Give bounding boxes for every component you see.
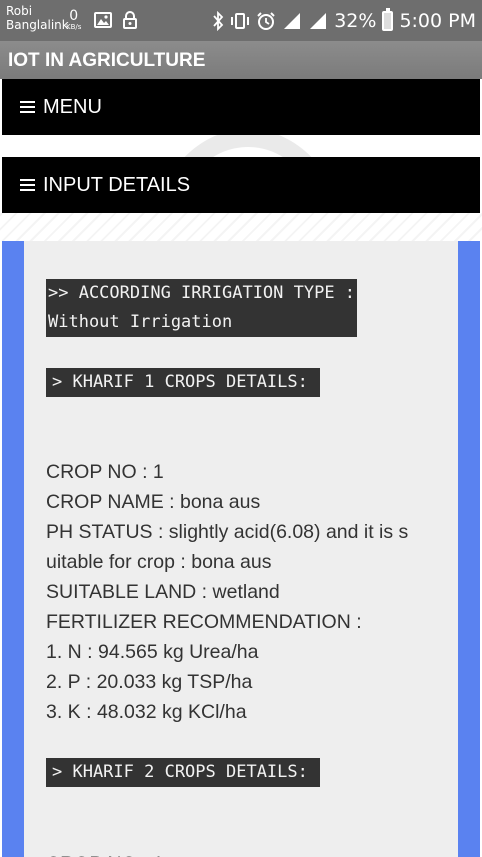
menu-label: MENU [43, 95, 102, 118]
network-speed-value: 0 [69, 8, 79, 24]
fertilizer-n: 1. N : 94.565 kg Urea/ha [46, 641, 259, 663]
status-icons: 32% 5:00 PM [212, 8, 476, 33]
wifi-signal-icon [284, 13, 301, 29]
kharif1-details: CROP NO : 1 CROP NAME : bona aus PH STAT… [46, 457, 446, 727]
crop-no: CROP NO : 1 [46, 461, 164, 483]
carrier-name-1: Robi [6, 4, 33, 18]
network-speed-unit: KB/s [66, 23, 82, 31]
suitable-land: SUITABLE LAND : wetland [46, 581, 280, 603]
hamburger-icon [20, 101, 35, 113]
ph-status-line2: uitable for crop : bona aus [46, 551, 272, 573]
fertilizer-p: 2. P : 20.033 kg TSP/ha [46, 671, 253, 693]
results-panel: >> ACCORDING IRRIGATION TYPE : Without I… [2, 241, 480, 857]
lock-icon [123, 11, 137, 29]
divider-stripe [0, 213, 482, 241]
carrier-name-2: Banglalink [6, 18, 69, 32]
app-title: IOT IN AGRICULTURE [0, 41, 482, 79]
kharif2-heading: > KHARIF 2 CROPS DETAILS: [46, 758, 320, 787]
bluetooth-icon [213, 11, 224, 31]
vibrate-icon [231, 13, 250, 29]
battery-percent: 32% [334, 10, 377, 32]
results-card: >> ACCORDING IRRIGATION TYPE : Without I… [24, 241, 458, 857]
hamburger-icon [20, 179, 35, 191]
crop-name: CROP NAME : bona aus [46, 491, 261, 513]
cell-signal-icon [310, 13, 327, 29]
input-details-button[interactable]: INPUT DETAILS [2, 157, 480, 213]
carrier-info: Robi Banglalink [6, 4, 69, 32]
image-notification-icon [94, 12, 112, 28]
irrigation-type-label: >> ACCORDING IRRIGATION TYPE : [48, 283, 356, 303]
input-details-label: INPUT DETAILS [43, 173, 191, 196]
kharif2-crop-no: CROP NO : 1 [46, 849, 446, 857]
clock: 5:00 PM [399, 10, 476, 32]
battery-icon [382, 8, 394, 31]
fertilizer-k: 3. K : 48.032 kg KCl/ha [46, 701, 247, 723]
fertilizer-heading: FERTILIZER RECOMMENDATION : [46, 611, 362, 633]
web-content[interactable]: MENU INPUT DETAILS >> ACCORDING IRRIGATI… [0, 79, 482, 857]
status-bar: Robi Banglalink 0 KB/s 32% 5:00 PM [0, 0, 482, 41]
irrigation-type-value: Without Irrigation [48, 312, 233, 332]
menu-button[interactable]: MENU [2, 79, 480, 135]
ph-status-line1: PH STATUS : slightly acid(6.08) and it i… [46, 521, 409, 543]
kharif1-heading: > KHARIF 1 CROPS DETAILS: [46, 368, 320, 397]
alarm-icon [257, 12, 275, 30]
network-speed: 0 KB/s [66, 8, 82, 31]
irrigation-type-block: >> ACCORDING IRRIGATION TYPE : Without I… [46, 279, 358, 337]
